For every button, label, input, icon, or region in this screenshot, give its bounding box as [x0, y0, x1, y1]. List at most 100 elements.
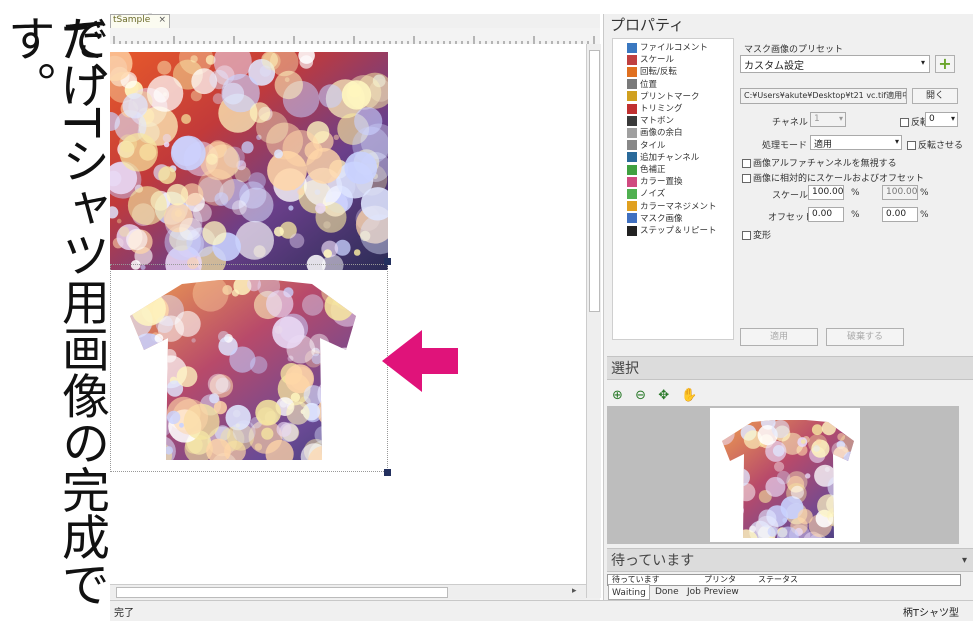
bokeh-dot — [314, 426, 333, 444]
tree-item[interactable]: 色補正 — [627, 163, 666, 175]
tree-item[interactable]: スケール — [627, 53, 674, 65]
horizontal-scrollbar[interactable]: ▸ — [110, 584, 586, 599]
bokeh-dot — [333, 134, 339, 140]
mode-value: 適用 — [814, 140, 833, 150]
mode-invert-checkbox[interactable]: 反転させる — [907, 138, 963, 151]
bokeh-dot — [276, 421, 292, 437]
bokeh-dot — [261, 427, 274, 440]
bokeh-dot — [273, 226, 284, 237]
tree-item[interactable]: プリントマーク — [627, 90, 700, 102]
tree-item[interactable]: 位置 — [627, 78, 657, 90]
bokeh-dot — [288, 205, 294, 211]
tab-done[interactable]: Done — [652, 584, 682, 600]
invert-select[interactable]: 0 ▾ — [925, 112, 958, 127]
tree-item[interactable]: マスク画像 — [627, 212, 683, 224]
bokeh-dot — [343, 438, 356, 460]
tree-item[interactable]: ステップ＆リピート — [627, 224, 717, 236]
bokeh-dot — [738, 468, 744, 474]
mask-path-field[interactable]: C:¥Users¥akute¥Desktop¥t21 vc.tif適用中 — [740, 88, 907, 104]
vertical-scrollbar[interactable] — [586, 44, 601, 598]
document-tab[interactable]: tSample × — [110, 14, 170, 28]
scroll-thumb[interactable] — [589, 50, 600, 312]
tree-item[interactable]: トリミング — [627, 102, 683, 114]
bokeh-dot — [302, 294, 324, 316]
bokeh-dot — [722, 498, 742, 520]
offset-y-unit: % — [920, 210, 929, 220]
tree-item[interactable]: ファイルコメント — [627, 41, 708, 53]
bokeh-dot — [323, 423, 341, 442]
bokeh-dot — [248, 172, 266, 190]
property-icon — [627, 127, 637, 138]
channel-select[interactable]: 1 ▾ — [810, 112, 846, 127]
status-bar: 完了 柄Tシャツ型 — [110, 600, 973, 621]
offset-x-field[interactable]: 0.00 — [808, 207, 844, 222]
bokeh-dot — [317, 396, 349, 428]
bokeh-dot — [157, 60, 172, 75]
hand-icon[interactable]: ✋ — [681, 388, 699, 403]
bokeh-dot — [318, 84, 343, 108]
tree-item[interactable]: タイル — [627, 139, 666, 151]
add-preset-button[interactable]: + — [935, 55, 955, 73]
bokeh-dot — [130, 306, 131, 318]
zoom-in-icon[interactable]: ⊕ — [612, 388, 630, 403]
tree-item[interactable]: 追加チャンネル — [627, 151, 699, 163]
offset-y-field[interactable]: 0.00 — [882, 207, 918, 222]
tree-item-label: ステップ＆リピート — [640, 226, 717, 236]
tree-item[interactable]: 画像の余白 — [627, 126, 683, 138]
property-tree[interactable]: ファイルコメントスケール 回転/反転 位置 プリントマーク トリミング マトボン 画像の余白… — [612, 38, 734, 340]
apply-button[interactable]: 適用 — [740, 328, 818, 346]
open-button[interactable]: 開く — [912, 88, 958, 104]
scale-x-field[interactable]: 100.00 — [808, 185, 844, 200]
tree-item-label: 回転/反転 — [640, 67, 677, 78]
ignore-alpha-checkbox[interactable]: 画像アルファチャンネルを無視する — [742, 156, 897, 169]
bokeh-dot — [137, 386, 149, 398]
zoom-out-icon[interactable]: ⊖ — [635, 388, 653, 403]
tree-item[interactable]: 回転/反転 — [627, 65, 677, 77]
bokeh-dot — [162, 133, 172, 143]
tab-job-preview[interactable]: Job Preview — [684, 584, 742, 600]
bokeh-dot — [839, 509, 849, 520]
bokeh-dot — [722, 420, 727, 430]
mask-preset-select[interactable]: カスタム設定 ▾ — [740, 55, 930, 73]
tree-item[interactable]: マトボン — [627, 114, 674, 126]
mode-select[interactable]: 適用 ▾ — [810, 135, 902, 150]
zoom-fit-icon[interactable]: ✥ — [658, 388, 676, 403]
tab-waiting[interactable]: Waiting — [608, 584, 650, 600]
close-icon[interactable]: × — [158, 15, 166, 25]
tree-item[interactable]: カラー置換 — [627, 175, 683, 187]
bokeh-dot — [722, 520, 736, 538]
bokeh-dot — [336, 394, 341, 400]
bokeh-dot — [341, 80, 372, 110]
document-tab-label: tSample — [113, 15, 151, 25]
scale-y-field[interactable]: 100.00 — [882, 185, 918, 200]
bokeh-dot — [732, 468, 750, 487]
tree-item[interactable]: カラーマネジメント — [627, 200, 717, 212]
tree-item[interactable]: ノイズ — [627, 187, 665, 199]
mode-invert-label: 反転させる — [918, 141, 964, 151]
chevron-down-icon[interactable]: ▾ — [962, 549, 967, 573]
bokeh-dot — [232, 200, 247, 216]
image-canvas[interactable] — [110, 44, 586, 584]
bokeh-dot — [722, 515, 727, 522]
scale-offset-checkbox[interactable]: 画像に相対的にスケールおよびオフセット — [742, 171, 924, 184]
resize-handle-bottom[interactable] — [384, 469, 391, 476]
bokeh-dot — [206, 153, 218, 165]
deform-checkbox[interactable]: 変形 — [742, 228, 771, 241]
bokeh-dot — [821, 421, 836, 436]
preview-area — [607, 406, 959, 544]
discard-button[interactable]: 破棄する — [826, 328, 904, 346]
bokeh-dot — [303, 385, 324, 406]
property-icon — [627, 152, 637, 163]
tree-item-label: カラー置換 — [640, 177, 683, 188]
scroll-thumb[interactable] — [116, 587, 448, 598]
bokeh-dot — [749, 525, 756, 533]
tree-item-label: スケール — [640, 55, 675, 66]
scroll-right-icon[interactable]: ▸ — [572, 586, 577, 596]
bokeh-dot — [119, 226, 130, 237]
horizontal-ruler — [110, 28, 600, 45]
bokeh-dot — [164, 446, 173, 455]
bokeh-dot — [190, 55, 198, 63]
tree-item-label: タイル — [640, 140, 666, 151]
property-icon — [627, 66, 637, 77]
resize-handle-top[interactable] — [384, 258, 391, 265]
